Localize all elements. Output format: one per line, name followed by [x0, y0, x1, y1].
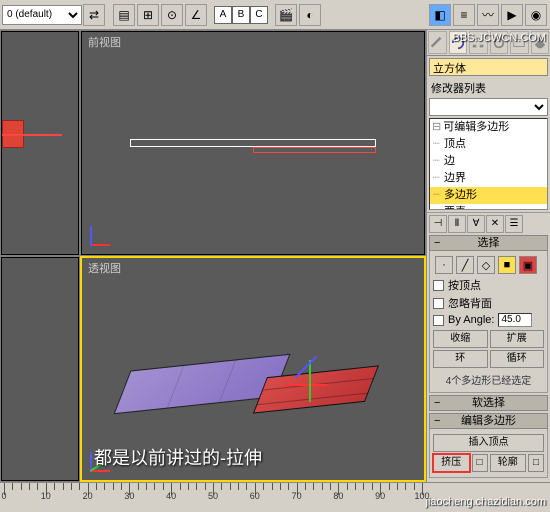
main-toolbar: 0 (default) ⇄ ▤ ⊞ ⊙ ∠ A B C 🎬 ◐ ◧ ≡ 〰 ▶ …: [0, 0, 550, 30]
wireframe-selection: [253, 147, 376, 153]
remove-modifier-icon[interactable]: ✕: [486, 215, 504, 233]
viewport-label: 透视图: [88, 260, 121, 276]
viewport-front[interactable]: 前视图: [81, 31, 425, 255]
layer-manager-icon[interactable]: ≡: [453, 4, 475, 26]
stack-item-vertex[interactable]: 顶点: [430, 136, 547, 153]
axis-c-button[interactable]: C: [250, 6, 268, 24]
rollout-header[interactable]: 编辑多边形: [429, 413, 548, 429]
tool-angle-snap-icon[interactable]: ∠: [185, 4, 207, 26]
axis-constraint-group: A B C: [214, 6, 268, 24]
tool-snap-icon[interactable]: ⊙: [161, 4, 183, 26]
outline-settings-button[interactable]: □: [528, 454, 544, 472]
axis-b-button[interactable]: B: [232, 6, 250, 24]
subobject-icons: · ╱ ◇ ■ ▣: [433, 254, 544, 276]
subobj-vertex-icon[interactable]: ·: [435, 256, 453, 274]
by-vertex-checkbox[interactable]: [433, 280, 444, 291]
rollout-header[interactable]: 选择: [429, 235, 548, 251]
curve-editor-icon[interactable]: 〰: [477, 4, 499, 26]
insert-vertex-button[interactable]: 插入顶点: [433, 434, 544, 452]
viewport-area: 前视图 透视图 都是以前讲过的-拉伸: [0, 30, 426, 482]
tool-align-icon[interactable]: ▤: [113, 4, 135, 26]
viewport-perspective[interactable]: 透视图 都是以前讲过的-拉伸: [81, 257, 425, 481]
outline-button[interactable]: 轮廓: [490, 454, 527, 472]
stack-item-polygon[interactable]: 多边形: [430, 187, 547, 204]
tool-mirror-icon[interactable]: ⇄: [83, 4, 105, 26]
stack-item-element[interactable]: 要素: [430, 204, 547, 210]
axis-a-button[interactable]: A: [214, 6, 232, 24]
subobj-element-icon[interactable]: ▣: [519, 256, 537, 274]
viewport-label: 前视图: [88, 34, 121, 50]
ring-button[interactable]: 环: [433, 350, 488, 368]
by-angle-label: By Angle:: [448, 314, 494, 326]
axis-tripod: [90, 216, 120, 246]
configure-sets-icon[interactable]: ☰: [505, 215, 523, 233]
show-end-result-icon[interactable]: Ⅱ: [448, 215, 466, 233]
by-vertex-label: 按顶点: [448, 277, 481, 293]
angle-spinner[interactable]: 45.0: [498, 313, 532, 327]
stack-toolbar: ⊣ Ⅱ ∀ ✕ ☰: [427, 212, 550, 234]
modifier-stack[interactable]: 可编辑多边形 顶点 边 边界 多边形 要素: [429, 118, 548, 210]
watermark-bottom: jiaocheng.chazidian.com: [426, 496, 546, 508]
mesh-object: [116, 351, 383, 426]
shrink-button[interactable]: 收缩: [433, 330, 488, 348]
watermark-top: BBS.JCWCN.COM: [453, 32, 547, 44]
tool-array-icon[interactable]: ⊞: [137, 4, 159, 26]
pin-stack-icon[interactable]: ⊣: [429, 215, 447, 233]
selection-status: 4个多边形已经选定: [433, 370, 544, 389]
material-editor-icon[interactable]: ◐: [299, 4, 321, 26]
viewport-top-left[interactable]: [1, 31, 79, 255]
object-name-field[interactable]: 立方体: [429, 58, 548, 76]
tab-create[interactable]: [428, 31, 447, 54]
annotation-text: 都是以前讲过的-拉伸: [94, 444, 262, 470]
stack-item-border[interactable]: 边界: [430, 170, 547, 187]
rollout-soft-selection: 软选择: [429, 395, 548, 411]
make-unique-icon[interactable]: ∀: [467, 215, 485, 233]
subobj-polygon-icon[interactable]: ■: [498, 256, 516, 274]
stack-root[interactable]: 可编辑多边形: [430, 119, 547, 136]
transform-gizmo[interactable]: [285, 360, 335, 410]
modifier-list-label: 修改器列表: [427, 78, 550, 98]
extrude-settings-button[interactable]: □: [472, 454, 488, 472]
selection-set-dropdown[interactable]: 0 (default): [2, 5, 82, 25]
rollout-header[interactable]: 软选择: [429, 395, 548, 411]
subobj-border-icon[interactable]: ◇: [477, 256, 495, 274]
expand-button[interactable]: 扩展: [490, 330, 545, 348]
render-setup-icon[interactable]: 🎬: [275, 4, 297, 26]
ignore-backface-checkbox[interactable]: [433, 298, 444, 309]
render-icon[interactable]: ▶: [501, 4, 523, 26]
schematic-view-icon[interactable]: ◧: [429, 4, 451, 26]
subobj-edge-icon[interactable]: ╱: [456, 256, 474, 274]
by-angle-checkbox[interactable]: [433, 315, 444, 326]
command-panel: 立方体 修改器列表 可编辑多边形 顶点 边 边界 多边形 要素 ⊣ Ⅱ ∀ ✕ …: [426, 30, 550, 482]
rollout-edit-polygons: 编辑多边形 插入顶点 挤压 □ 轮廓 □: [429, 413, 548, 478]
viewport-bottom-left[interactable]: [1, 257, 79, 481]
quick-render-icon[interactable]: ◉: [525, 4, 547, 26]
modifier-list-dropdown[interactable]: [429, 98, 548, 116]
edge-line: [2, 134, 62, 136]
rollout-selection: 选择 · ╱ ◇ ■ ▣ 按顶点 忽略背面 By Angle: 45.0 收缩 扩…: [429, 235, 548, 393]
extrude-button[interactable]: 挤压: [433, 454, 470, 472]
ignore-backface-label: 忽略背面: [448, 295, 492, 311]
wireframe-box: [130, 139, 376, 147]
loop-button[interactable]: 循环: [490, 350, 545, 368]
stack-item-edge[interactable]: 边: [430, 153, 547, 170]
